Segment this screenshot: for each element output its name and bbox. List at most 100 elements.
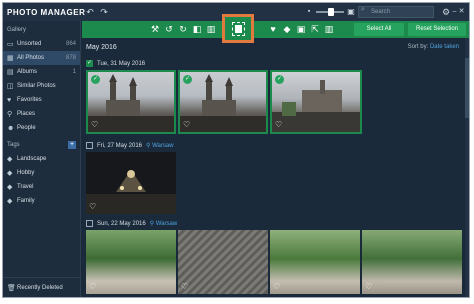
tag-icon: ◆ xyxy=(7,156,13,163)
vertical-scrollbar[interactable] xyxy=(465,38,469,297)
photo-grid-area: May 2016 Sort by: Date taken Tue, 31 May… xyxy=(82,38,469,297)
add-to-album-icon[interactable]: ▣ xyxy=(294,21,308,38)
select-mode-icon-highlight[interactable] xyxy=(222,14,254,43)
sidebar-item-unsorted[interactable]: ▭ Unsorted 864 xyxy=(3,37,80,51)
group-checkbox[interactable] xyxy=(86,59,93,67)
sidebar-item-label: People xyxy=(17,125,36,131)
sidebar-item-label: Similar Photos xyxy=(17,83,56,89)
tag-icon[interactable]: ◆ xyxy=(280,21,294,38)
selected-check-icon[interactable]: ✓ xyxy=(275,75,284,84)
favorite-heart-icon[interactable]: ♡ xyxy=(181,282,188,291)
redo-icon[interactable]: ↷ xyxy=(97,3,111,21)
sidebar-item-similar-photos[interactable]: ◫ Similar Photos xyxy=(3,79,80,93)
reset-selection-button[interactable]: Reset Selection xyxy=(408,23,466,36)
sidebar-tag-landscape[interactable]: ◆ Landscape xyxy=(3,152,80,166)
sidebar-item-label: Favorites xyxy=(17,97,42,103)
group-date: Fri, 27 May 2016 xyxy=(97,142,143,149)
selection-toolbar: ⚒ ↺ ↻ ◧ ▥ ♥ ◆ ▣ ⇱ ▥ Select All Reset Sel… xyxy=(82,21,469,38)
sidebar-item-favorites[interactable]: ♥ Favorites xyxy=(3,93,80,107)
tag-label: Family xyxy=(17,198,35,204)
rotate-left-icon[interactable]: ↺ xyxy=(162,21,176,38)
sidebar-item-recently-deleted[interactable]: 🗑 Recently Deleted xyxy=(3,277,80,297)
photo-thumbnail[interactable]: ♡ xyxy=(270,230,360,294)
app-window: PHOTO MANAGER ↶ ↷ ▪ ▣ Search ⌕ ⚙ – ✕ Gal… xyxy=(2,2,470,298)
window-controls: – ✕ xyxy=(451,3,465,21)
group-checkbox[interactable] xyxy=(86,220,93,227)
minimize-icon[interactable]: – xyxy=(451,3,458,21)
selected-check-icon[interactable]: ✓ xyxy=(183,75,192,84)
tag-icon: ◆ xyxy=(7,184,13,191)
sidebar-item-label: Places xyxy=(17,111,36,117)
sidebar-item-albums[interactable]: ▤ Albums 1 xyxy=(3,65,80,79)
photo-thumbnail[interactable]: ♡ xyxy=(362,230,462,294)
gallery-heading: Gallery xyxy=(7,27,27,33)
share-icon[interactable]: ⇱ xyxy=(308,21,322,38)
sidebar: Gallery ▭ Unsorted 864 ▦ All Photos 878 … xyxy=(3,21,81,297)
undo-icon[interactable]: ↶ xyxy=(83,3,97,21)
sidebar-tag-family[interactable]: ◆ Family xyxy=(3,194,80,208)
church-image xyxy=(180,74,266,132)
group-date: Sun, 22 May 2016 xyxy=(97,220,146,227)
selected-check-icon[interactable]: ✓ xyxy=(91,75,100,84)
trash-icon[interactable]: ▥ xyxy=(322,21,336,38)
rotate-right-icon[interactable]: ↻ xyxy=(176,21,190,38)
zoom-track[interactable] xyxy=(316,8,344,16)
favorite-heart-icon[interactable]: ♡ xyxy=(89,202,96,211)
large-thumbnail-icon[interactable]: ▣ xyxy=(347,3,355,21)
group-location: ⚲ Warsaw xyxy=(146,143,174,149)
tag-label: Hobby xyxy=(17,170,35,176)
app-title: PHOTO MANAGER xyxy=(7,7,86,17)
scrollbar-thumb[interactable] xyxy=(465,58,469,118)
tags-heading: Tags + xyxy=(3,138,80,152)
favorite-heart-icon[interactable]: ♡ xyxy=(273,282,280,291)
photo-thumbnail[interactable]: ✓ ♡ xyxy=(270,70,362,134)
favorite-heart-icon[interactable]: ♡ xyxy=(91,120,98,129)
photo-thumbnail[interactable]: ♡ xyxy=(178,230,268,294)
photo-thumbnail[interactable]: ♡ xyxy=(86,152,176,214)
delete-icon[interactable]: ▥ xyxy=(204,21,218,38)
sidebar-item-label: Albums xyxy=(17,69,38,75)
church-image xyxy=(88,74,174,132)
magic-wand-icon[interactable]: ⚒ xyxy=(148,21,162,38)
person-icon: ☻ xyxy=(7,124,15,132)
group-checkbox[interactable] xyxy=(86,142,93,149)
tag-icon: ◆ xyxy=(7,170,13,177)
sidebar-tag-hobby[interactable]: ◆ Hobby xyxy=(3,166,80,180)
small-thumbnail-icon[interactable]: ▪ xyxy=(305,3,313,21)
photo-thumbnail[interactable]: ♡ xyxy=(86,230,176,294)
close-icon[interactable]: ✕ xyxy=(458,3,465,21)
zoom-thumb[interactable] xyxy=(328,8,334,16)
tag-icon: ◆ xyxy=(7,198,13,205)
group-location-label: Warsaw xyxy=(152,143,174,149)
zoom-slider[interactable]: ▪ ▣ xyxy=(305,6,355,18)
compare-icon[interactable]: ◧ xyxy=(190,21,204,38)
group-date: Tue, 31 May 2016 xyxy=(97,60,146,67)
search-input[interactable]: Search xyxy=(358,6,434,18)
favorite-heart-icon[interactable]: ♡ xyxy=(275,120,282,129)
date-group-header: Tue, 31 May 2016 xyxy=(86,59,146,67)
add-tag-button[interactable]: + xyxy=(68,141,76,149)
sort-by[interactable]: Sort by: Date taken xyxy=(408,44,459,50)
select-all-button[interactable]: Select All xyxy=(354,23,404,36)
photo-thumbnail[interactable]: ✓ ♡ xyxy=(178,70,268,134)
favorite-heart-icon[interactable]: ♡ xyxy=(365,282,372,291)
favorite-heart-icon[interactable]: ♡ xyxy=(89,282,96,291)
sidebar-item-count: 878 xyxy=(65,55,76,61)
photo-thumbnail[interactable]: ✓ ♡ xyxy=(86,70,176,134)
sidebar-item-label: All Photos xyxy=(17,55,45,61)
night-monument-image xyxy=(86,152,176,214)
search-icon: ⌕ xyxy=(361,6,365,13)
unsorted-icon: ▭ xyxy=(7,41,14,48)
group-location: ⚲ Warsaw xyxy=(149,221,178,227)
month-heading: May 2016 xyxy=(86,44,117,51)
photos-icon: ▦ xyxy=(7,55,14,62)
favorite-heart-icon[interactable]: ♡ xyxy=(183,120,190,129)
sidebar-item-all-photos[interactable]: ▦ All Photos 878 xyxy=(3,51,80,65)
select-mode-icon xyxy=(231,21,245,36)
date-group-header: Fri, 27 May 2016 ⚲ Warsaw xyxy=(86,142,174,149)
favorite-icon[interactable]: ♥ xyxy=(266,21,280,38)
sort-by-value[interactable]: Date taken xyxy=(430,44,459,50)
sidebar-item-people[interactable]: ☻ People xyxy=(3,121,80,135)
sidebar-tag-travel[interactable]: ◆ Travel xyxy=(3,180,80,194)
sidebar-item-places[interactable]: ⚲ Places xyxy=(3,107,80,121)
